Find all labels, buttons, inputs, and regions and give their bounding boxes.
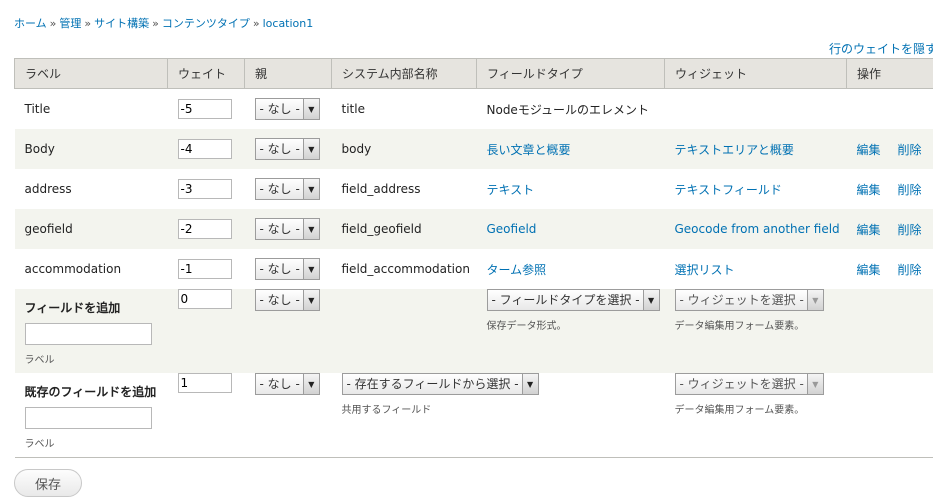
parent-select[interactable]: - なし - ▼	[254, 138, 320, 160]
existing-field-widget-desc: データ編集用フォーム要素。	[674, 405, 805, 416]
new-field-label-desc: ラベル	[24, 355, 55, 366]
weight-input[interactable]	[177, 139, 232, 159]
header-machine-name: システム内部名称	[331, 58, 477, 89]
chevron-down-icon: ▼	[302, 290, 319, 310]
header-weight: ウェイト	[167, 58, 245, 89]
edit-link[interactable]: 編集	[857, 223, 881, 237]
weight-input[interactable]	[177, 259, 232, 279]
field-type-link[interactable]: Geofield	[487, 222, 537, 236]
weight-input[interactable]	[177, 219, 232, 239]
chevron-down-icon: ▼	[302, 259, 319, 279]
chevron-down-icon: ▼	[806, 290, 823, 310]
field-type-link[interactable]: 長い文章と概要	[487, 143, 571, 157]
row-widget	[664, 88, 847, 129]
row-label: Body	[14, 129, 168, 169]
chevron-down-icon: ▼	[302, 179, 319, 199]
new-field-type-desc: 保存データ形式。	[486, 321, 567, 332]
header-widget: ウィジェット	[664, 58, 847, 89]
table-row: accommodation - なし -▼ field_accommodatio…	[14, 249, 933, 289]
row-machine-name: field_accommodation	[331, 249, 477, 289]
row-machine-name: field_geofield	[331, 209, 477, 249]
delete-link[interactable]: 削除	[898, 143, 922, 157]
delete-link[interactable]: 削除	[898, 183, 922, 197]
edit-link[interactable]: 編集	[857, 183, 881, 197]
parent-select[interactable]: - なし - ▼	[254, 218, 320, 240]
delete-link[interactable]: 削除	[898, 263, 922, 277]
new-field-weight-input[interactable]	[177, 289, 232, 309]
new-field-widget-select[interactable]: - ウィジェットを選択 - ▼	[674, 289, 824, 311]
breadcrumb: ホーム» 管理» サイト構築» コンテンツタイプ» location1	[14, 15, 313, 31]
breadcrumb-separator: »	[152, 17, 159, 30]
table-row: geofield - なし -▼ field_geofield Geofield…	[14, 209, 933, 249]
weight-input[interactable]	[177, 99, 232, 119]
edit-link[interactable]: 編集	[857, 143, 881, 157]
row-machine-name: field_address	[331, 169, 477, 209]
table-row: Body - なし -▼ body 長い文章と概要 テキストエリアと概要 編集 削…	[14, 129, 933, 169]
header-parent: 親	[244, 58, 332, 89]
existing-field-select[interactable]: - 存在するフィールドから選択 - ▼	[341, 373, 539, 395]
new-field-widget-desc: データ編集用フォーム要素。	[674, 321, 805, 332]
existing-field-label-desc: ラベル	[24, 439, 55, 450]
chevron-down-icon: ▼	[302, 99, 319, 119]
parent-select[interactable]: - なし - ▼	[254, 178, 320, 200]
new-field-type-select[interactable]: - フィールドタイプを選択 - ▼	[486, 289, 660, 311]
existing-field-label-input[interactable]	[24, 407, 152, 429]
add-new-field-title: フィールドを追加	[24, 301, 121, 315]
row-field-type: Nodeモジュールのエレメント	[476, 88, 665, 129]
chevron-down-icon: ▼	[302, 219, 319, 239]
row-label: address	[14, 169, 168, 209]
parent-select[interactable]: - なし - ▼	[254, 98, 320, 120]
row-machine-name: title	[331, 88, 477, 129]
toggle-row-weights-link[interactable]: 行のウェイトを隠す	[829, 40, 933, 57]
existing-field-widget-select[interactable]: - ウィジェットを選択 - ▼	[674, 373, 824, 395]
new-field-parent-select[interactable]: - なし - ▼	[254, 289, 320, 311]
breadcrumb-admin[interactable]: 管理	[59, 17, 81, 30]
chevron-down-icon: ▼	[642, 290, 659, 310]
edit-link[interactable]: 編集	[857, 263, 881, 277]
fields-table: ラベル ウェイト 親 システム内部名称 フィールドタイプ ウィジェット 操作 T…	[14, 58, 933, 458]
breadcrumb-content-types[interactable]: コンテンツタイプ	[162, 17, 250, 30]
row-label: Title	[14, 88, 168, 129]
chevron-down-icon: ▼	[302, 374, 319, 394]
chevron-down-icon: ▼	[806, 374, 823, 394]
row-label: accommodation	[14, 249, 168, 289]
field-type-link[interactable]: ターム参照	[487, 263, 547, 277]
existing-field-parent-select[interactable]: - なし - ▼	[254, 373, 320, 395]
delete-link[interactable]: 削除	[898, 223, 922, 237]
existing-field-weight-input[interactable]	[177, 373, 232, 393]
widget-link[interactable]: 選択リスト	[675, 263, 735, 277]
chevron-down-icon: ▼	[521, 374, 538, 394]
breadcrumb-separator: »	[252, 17, 260, 30]
breadcrumb-separator: »	[49, 17, 57, 30]
row-machine-name: body	[331, 129, 477, 169]
header-field-type: フィールドタイプ	[476, 58, 665, 89]
widget-link[interactable]: テキストフィールド	[675, 183, 782, 197]
breadcrumb-structure[interactable]: サイト構築	[94, 17, 149, 30]
row-label: geofield	[14, 209, 168, 249]
save-button[interactable]: 保存	[14, 469, 82, 497]
header-label: ラベル	[14, 58, 168, 89]
add-existing-field-title: 既存のフィールドを追加	[24, 385, 157, 399]
breadcrumb-separator: »	[84, 17, 92, 30]
add-existing-field-row: 既存のフィールドを追加 ラベル - なし -▼ - 存在するフィールドから選択 …	[14, 373, 933, 458]
field-type-link[interactable]: テキスト	[487, 183, 535, 197]
table-row: address - なし -▼ field_address テキスト テキストフ…	[14, 169, 933, 209]
breadcrumb-location1[interactable]: location1	[263, 17, 314, 30]
parent-select[interactable]: - なし - ▼	[254, 258, 320, 280]
widget-link[interactable]: テキストエリアと概要	[675, 143, 794, 157]
chevron-down-icon: ▼	[302, 139, 319, 159]
header-operations: 操作	[846, 58, 933, 89]
table-header-row: ラベル ウェイト 親 システム内部名称 フィールドタイプ ウィジェット 操作	[14, 58, 933, 89]
new-field-label-input[interactable]	[24, 323, 152, 345]
table-row: Title - なし -▼ title Nodeモジュールのエレメント	[14, 88, 933, 129]
breadcrumb-home[interactable]: ホーム	[14, 17, 47, 30]
existing-field-desc: 共用するフィールド	[341, 405, 432, 416]
add-new-field-row: フィールドを追加 ラベル - なし -▼ - フィールドタイプを選択 -▼ 保存…	[14, 289, 933, 373]
widget-link[interactable]: Geocode from another field	[675, 222, 840, 236]
weight-input[interactable]	[177, 179, 232, 199]
